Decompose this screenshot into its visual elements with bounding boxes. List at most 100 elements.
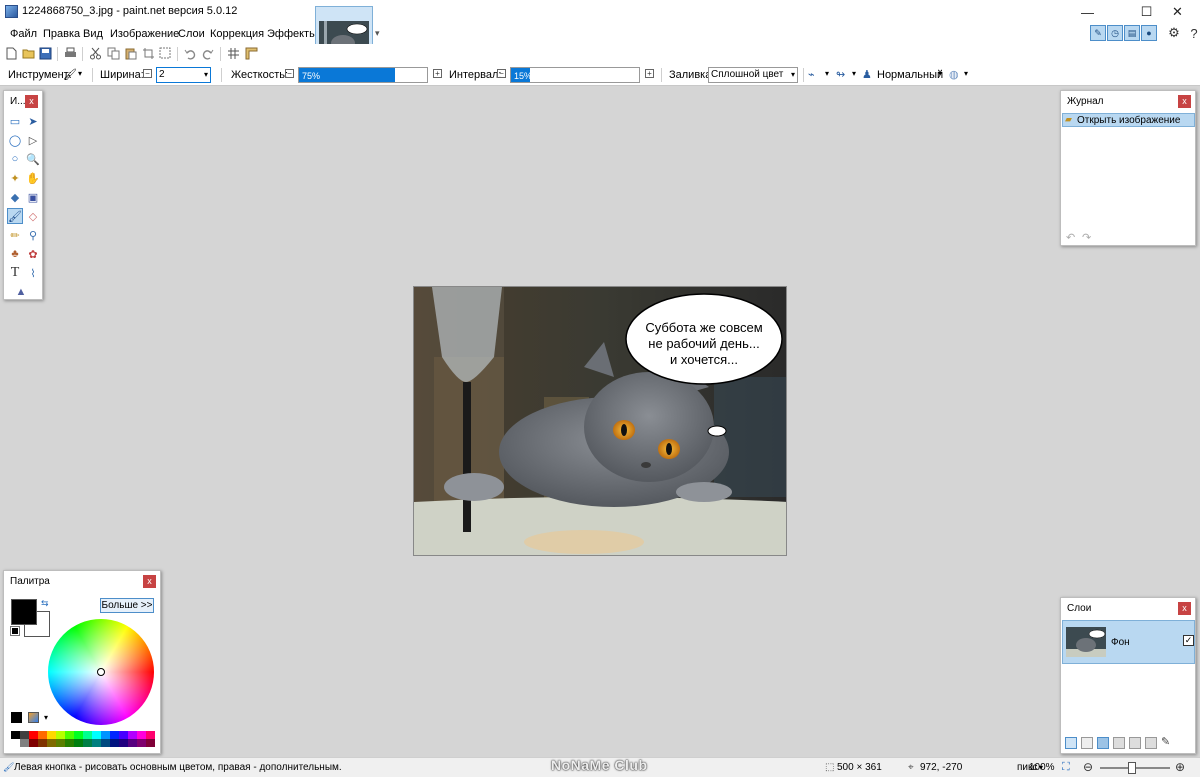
palette-swatch[interactable]	[47, 731, 56, 739]
palette-swatch[interactable]	[20, 731, 29, 739]
text-tool-icon[interactable]: T	[7, 265, 23, 281]
lasso-select-icon[interactable]: ◯	[7, 132, 23, 148]
history-panel-toggle-icon[interactable]: ◷	[1107, 25, 1123, 41]
redo-icon[interactable]	[201, 47, 214, 60]
move-layer-up-icon[interactable]	[1129, 737, 1141, 749]
help-icon[interactable]: ?	[1186, 25, 1200, 41]
color-picker-icon[interactable]: ⚲	[25, 227, 41, 243]
paste-icon[interactable]	[124, 47, 137, 60]
tool-dropdown-icon[interactable]: ▾	[78, 69, 82, 78]
palette-swatch[interactable]	[137, 731, 146, 739]
duplicate-layer-icon[interactable]	[1097, 737, 1109, 749]
palette-swatch[interactable]	[110, 739, 119, 747]
move-layer-down-icon[interactable]	[1145, 737, 1157, 749]
palette-swatch[interactable]	[128, 731, 137, 739]
alpha-blending-icon[interactable]: ↬	[836, 68, 845, 81]
color-wheel-cursor[interactable]	[97, 668, 105, 676]
menu-image[interactable]: Изображение	[110, 28, 179, 40]
clone-stamp-icon[interactable]: ♣	[7, 246, 23, 262]
palette-swatch[interactable]	[83, 739, 92, 747]
history-undo-icon[interactable]: ↶	[1066, 231, 1075, 244]
recolor-icon[interactable]: ✿	[25, 246, 41, 262]
canvas-image[interactable]: Суббота же совсем не рабочий день... и х…	[413, 286, 787, 556]
paint-bucket-icon[interactable]: ◆	[7, 189, 23, 205]
minimize-button[interactable]: —	[1065, 0, 1110, 24]
colors-panel-toggle-icon[interactable]: ●	[1141, 25, 1157, 41]
blend-mode-select[interactable]: Нормальный	[877, 69, 943, 81]
more-colors-button[interactable]: Больше >>	[100, 598, 154, 613]
palette-swatch[interactable]	[65, 739, 74, 747]
selection-clipping-icon[interactable]: ◍	[949, 68, 959, 81]
palette-swatch[interactable]	[83, 731, 92, 739]
blend-mode-dropdown-icon[interactable]: ▾	[938, 69, 942, 78]
palette-swatch[interactable]	[74, 731, 83, 739]
grid-icon[interactable]	[227, 47, 240, 60]
undo-icon[interactable]	[184, 47, 197, 60]
move-selected-icon[interactable]: ▷	[25, 132, 41, 148]
tools-panel-toggle-icon[interactable]: ✎	[1090, 25, 1106, 41]
palette-swatch[interactable]	[101, 739, 110, 747]
new-file-icon[interactable]	[5, 47, 18, 60]
brush-width-input[interactable]: 2 ▾	[156, 67, 211, 83]
fill-mode-select[interactable]: Сплошной цвет ▾	[708, 67, 798, 83]
open-folder-icon[interactable]	[22, 47, 35, 60]
tab-dropdown-arrow-icon[interactable]: ▾	[375, 28, 380, 39]
menu-effects[interactable]: Эффекты	[267, 28, 317, 40]
palette-swatch[interactable]	[101, 731, 110, 739]
palette-swatch[interactable]	[146, 739, 155, 747]
width-dropdown-icon[interactable]: ▾	[204, 68, 208, 82]
fill-dropdown-icon[interactable]: ▾	[791, 68, 795, 82]
settings-gear-icon[interactable]: ⚙	[1166, 25, 1182, 41]
paintbrush-tool-icon[interactable]: 🖌	[63, 68, 77, 81]
width-decrease-button[interactable]: −	[143, 69, 152, 78]
rectangle-select-icon[interactable]: ▭	[7, 113, 23, 129]
cut-icon[interactable]	[89, 47, 102, 60]
interval-decrease-button[interactable]: −	[497, 69, 506, 78]
paintbrush-icon[interactable]: 🖌	[7, 208, 23, 224]
ellipse-select-icon[interactable]: ○	[7, 151, 23, 167]
history-panel-close-button[interactable]: x	[1178, 95, 1191, 108]
hardness-slider[interactable]: 75%	[298, 67, 428, 83]
save-icon[interactable]	[39, 47, 52, 60]
shapes-icon[interactable]: ▲	[13, 284, 29, 300]
palette-swatch[interactable]	[110, 731, 119, 739]
menu-view[interactable]: Вид	[83, 28, 103, 40]
gradient-icon[interactable]: ▣	[25, 189, 41, 205]
zoom-in-icon[interactable]: ⊕	[1175, 760, 1185, 774]
palette-swatch[interactable]	[146, 731, 155, 739]
palette-swatch[interactable]	[11, 739, 20, 747]
layer-properties-icon[interactable]: ✎	[1161, 737, 1173, 749]
palette-menu-icon[interactable]	[28, 712, 39, 723]
add-layer-icon[interactable]	[1065, 737, 1077, 749]
interval-increase-button[interactable]: +	[645, 69, 654, 78]
hardness-decrease-button[interactable]: −	[285, 69, 294, 78]
palette-swatch[interactable]	[47, 739, 56, 747]
magic-wand-icon[interactable]: ✦	[7, 170, 23, 186]
alpha-blending-dropdown-icon[interactable]: ▾	[852, 69, 856, 78]
tools-panel-close-button[interactable]: x	[25, 95, 38, 108]
zoom-fit-icon[interactable]: ⛶	[1062, 761, 1070, 774]
history-redo-icon[interactable]: ↷	[1082, 231, 1091, 244]
copy-icon[interactable]	[107, 47, 120, 60]
antialiasing-icon[interactable]: ⌁	[808, 68, 815, 81]
menu-layers[interactable]: Слои	[178, 28, 205, 40]
line-curve-icon[interactable]: ⌇	[25, 265, 41, 281]
menu-edit[interactable]: Правка	[43, 28, 80, 40]
palette-swatch[interactable]	[56, 739, 65, 747]
menu-adjustments[interactable]: Коррекция	[210, 28, 264, 40]
layers-panel-close-button[interactable]: x	[1178, 602, 1191, 615]
palette-swatch[interactable]	[29, 739, 38, 747]
deselect-icon[interactable]	[159, 47, 172, 60]
zoom-icon[interactable]: 🔍	[25, 151, 41, 167]
delete-layer-icon[interactable]	[1081, 737, 1093, 749]
layer-visibility-checkbox[interactable]: ✓	[1183, 635, 1194, 646]
zoom-readout[interactable]: 100%	[1029, 762, 1055, 773]
history-item[interactable]: ▰ Открыть изображение	[1062, 113, 1195, 127]
selection-clipping-dropdown-icon[interactable]: ▾	[964, 69, 968, 78]
eraser-icon[interactable]: ◇	[25, 208, 41, 224]
palette-swatch[interactable]	[38, 731, 47, 739]
reset-colors-icon[interactable]	[10, 626, 20, 636]
interval-slider[interactable]: 15%	[510, 67, 640, 83]
zoom-slider-thumb[interactable]	[1128, 762, 1136, 774]
palette-swatch[interactable]	[29, 731, 38, 739]
